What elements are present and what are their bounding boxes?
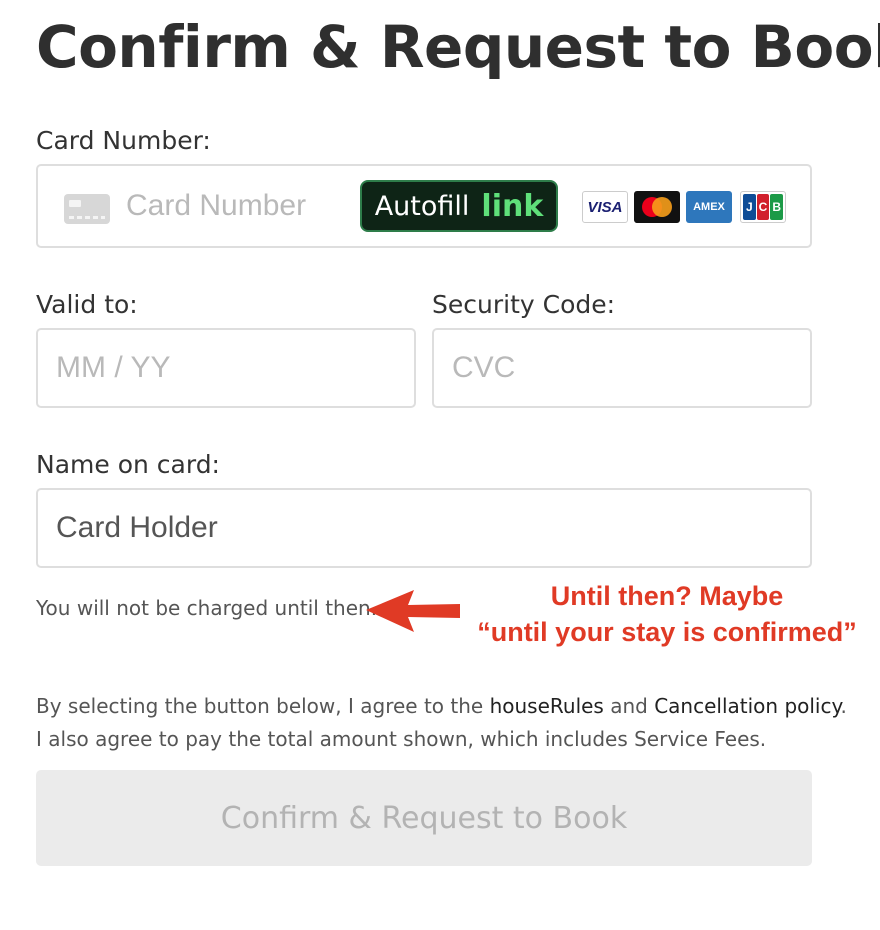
link-logo: link (481, 188, 544, 224)
name-on-card-value: Card Holder (56, 511, 218, 544)
cancellation-policy-link[interactable]: Cancellation policy (654, 694, 840, 718)
cvc-field[interactable]: CVC (432, 328, 812, 408)
name-on-card-field[interactable]: Card Holder (36, 488, 812, 568)
agreement-line-2: I also agree to pay the total amount sho… (36, 727, 767, 751)
visa-icon: VISA (582, 191, 628, 223)
annotation-line-2: “until your stay is confirmed” (477, 617, 857, 647)
expiry-field[interactable]: MM / YY (36, 328, 416, 408)
mastercard-icon (634, 191, 680, 223)
annotation-text: Until then? Maybe “until your stay is co… (452, 578, 880, 650)
amex-icon: AMEX (686, 191, 732, 223)
valid-to-label: Valid to: (36, 290, 138, 319)
annotation-arrow-icon (366, 590, 460, 632)
cvc-placeholder: CVC (452, 351, 516, 384)
page-title: Confirm & Request to Book (36, 13, 880, 81)
jcb-icon: JCB (740, 191, 786, 223)
credit-card-icon (64, 194, 110, 224)
house-rules-link[interactable]: houseRules (490, 694, 604, 718)
confirm-request-button[interactable]: Confirm & Request to Book (36, 770, 812, 866)
autofill-text: Autofill (374, 190, 470, 222)
card-number-field[interactable]: Card Number Autofill link VISA AMEX JCB (36, 164, 812, 248)
charge-note: You will not be charged until then. (36, 596, 378, 620)
agreement-text: By selecting the button below, I agree t… (36, 690, 847, 756)
name-on-card-label: Name on card: (36, 450, 220, 479)
expiry-placeholder: MM / YY (56, 351, 171, 384)
security-code-label: Security Code: (432, 290, 616, 319)
card-number-placeholder: Card Number (126, 189, 307, 222)
annotation-line-1: Until then? Maybe (550, 581, 784, 611)
card-number-label: Card Number: (36, 126, 211, 155)
autofill-link-button[interactable]: Autofill link (360, 180, 558, 232)
